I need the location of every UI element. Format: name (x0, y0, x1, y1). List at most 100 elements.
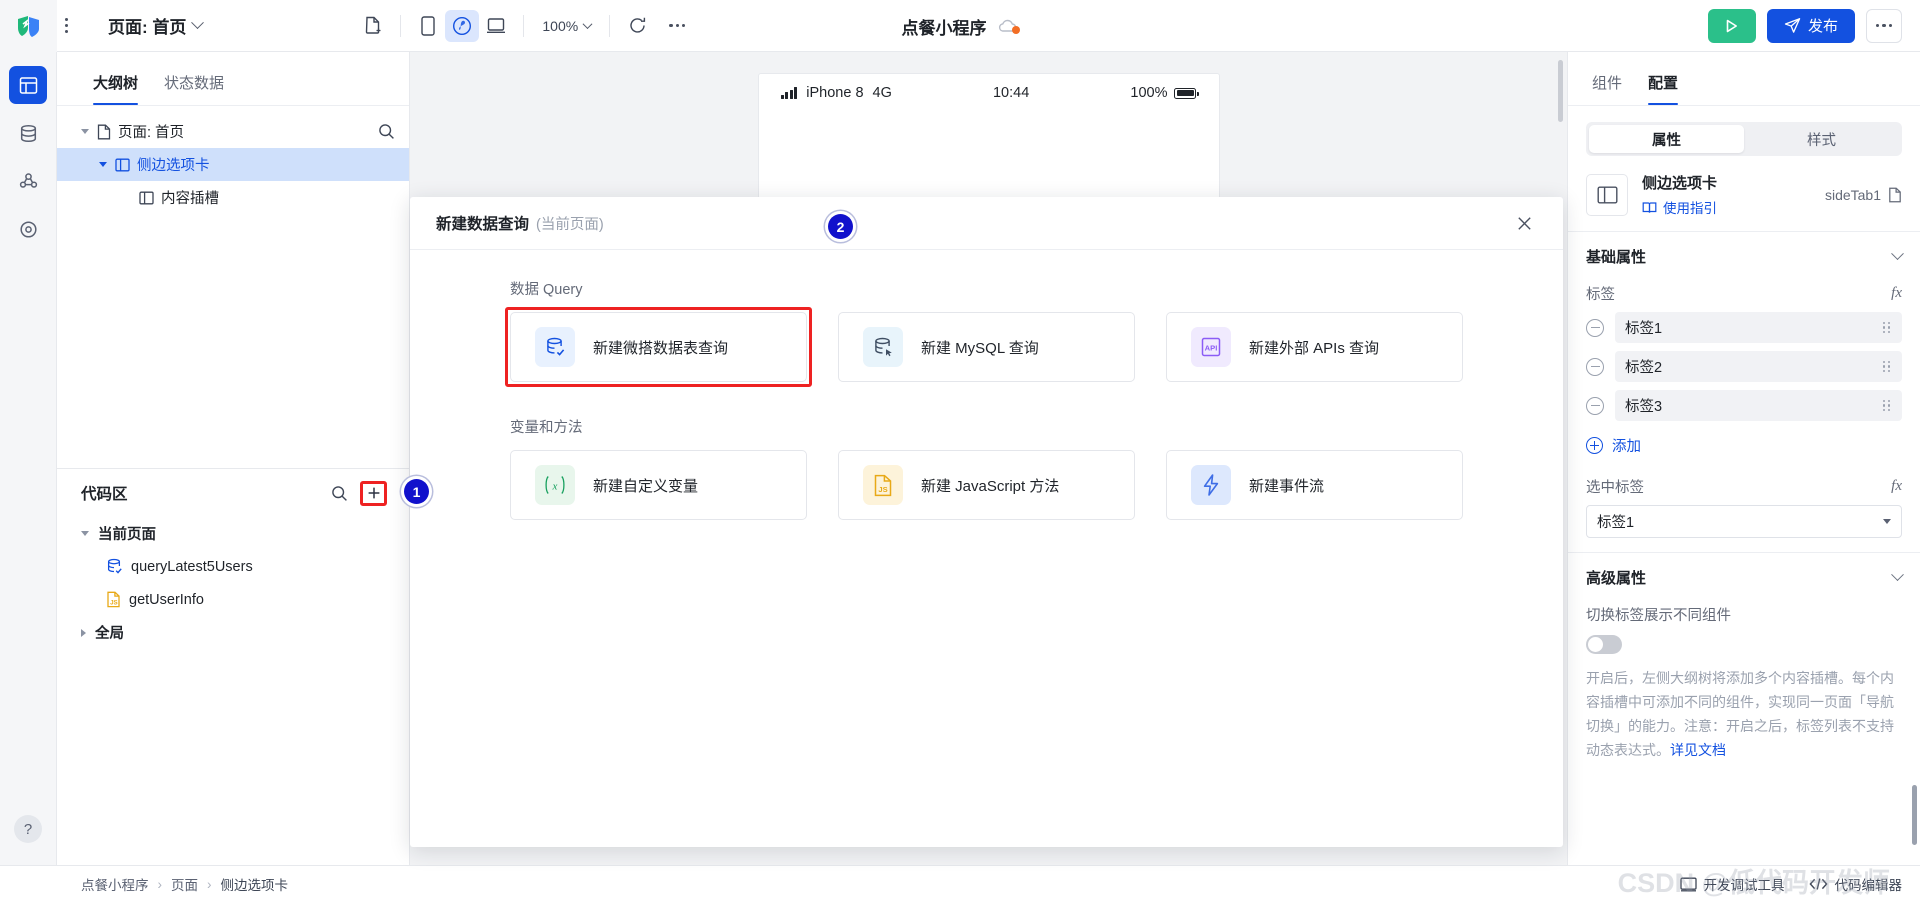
modal-header: 新建数据查询 (当前页面) (410, 197, 1563, 250)
card-label: 新建自定义变量 (593, 477, 699, 495)
refresh-icon[interactable] (620, 10, 654, 42)
section-advanced-properties[interactable]: 高级属性 (1568, 552, 1920, 598)
mobile-preview-icon[interactable] (411, 10, 445, 42)
tree-row-page[interactable]: 页面: 首页 (57, 115, 409, 148)
fx-expression-button[interactable]: fx (1891, 478, 1902, 495)
segment-properties[interactable]: 属性 (1589, 125, 1744, 153)
rail-item-users[interactable] (9, 162, 47, 200)
run-preview-button[interactable] (1707, 8, 1756, 43)
card-new-weida-datasource-query[interactable]: 新建微搭数据表查询 (510, 312, 807, 382)
device-status-right: 100% (1130, 85, 1200, 101)
tab-label: 大纲树 (93, 75, 139, 92)
code-editor-button[interactable]: 代码编辑器 (1808, 874, 1903, 894)
devtools-icon (1679, 877, 1697, 892)
usage-guide-link[interactable]: 使用指引 (1642, 197, 1717, 217)
caret-expanded-icon[interactable] (99, 162, 107, 167)
tab-label: 组件 (1592, 75, 1623, 92)
right-panel: 组件 配置 属性 样式 侧边选项卡 使用指引 sideTab1 基础属性 标签 … (1567, 52, 1920, 865)
battery-percent: 100% (1130, 85, 1168, 101)
device-status-left: iPhone 8 4G (780, 85, 892, 101)
right-panel-scrollbar[interactable] (1912, 785, 1917, 845)
desktop-preview-icon[interactable] (479, 10, 513, 42)
canvas-scrollbar[interactable] (1558, 60, 1563, 122)
segment-styles[interactable]: 样式 (1744, 125, 1899, 153)
tree-row-content-slot[interactable]: 内容插槽 (57, 181, 409, 214)
publish-button[interactable]: 发布 (1766, 8, 1855, 43)
cloud-status-icon[interactable] (997, 18, 1020, 34)
topbar-more-button[interactable] (1866, 8, 1902, 43)
doc-link[interactable]: 详见文档 (1670, 742, 1726, 758)
miniprogram-preview-icon[interactable] (445, 9, 480, 42)
card-wrap-event-flow: 新建事件流 (1166, 450, 1463, 520)
breadcrumb-item-app[interactable]: 点餐小程序 (81, 874, 149, 894)
remove-tag-button[interactable] (1586, 396, 1604, 415)
card-new-event-flow[interactable]: 新建事件流 (1166, 450, 1463, 520)
segment-label: 属性 (1652, 132, 1681, 149)
remove-tag-button[interactable] (1586, 357, 1604, 376)
card-new-custom-variable[interactable]: x 新建自定义变量 (510, 450, 807, 520)
field-selected-tag: 选中标签 fx (1568, 470, 1920, 505)
new-page-icon[interactable] (356, 10, 390, 42)
property-style-segmented: 属性 样式 (1586, 122, 1902, 156)
tab-components[interactable]: 组件 (1592, 72, 1622, 105)
code-item-js[interactable]: JS getUserInfo (57, 583, 409, 616)
cloud-status-dot (1011, 26, 1020, 34)
code-editor-label: 代码编辑器 (1834, 878, 1903, 893)
card-new-javascript-method[interactable]: JS 新建 JavaScript 方法 (838, 450, 1135, 520)
fx-expression-button[interactable]: fx (1891, 285, 1902, 302)
code-group-global[interactable]: 全局 (57, 616, 409, 649)
card-new-external-api-query[interactable]: API 新建外部 APIs 查询 (1166, 312, 1463, 382)
search-icon[interactable] (378, 123, 395, 140)
tab-outline-tree[interactable]: 大纲树 (93, 72, 139, 105)
svg-text:JS: JS (878, 485, 887, 494)
drag-handle-icon[interactable] (1883, 399, 1890, 412)
app-logo[interactable] (0, 0, 57, 52)
drag-handle-icon[interactable] (1883, 360, 1890, 373)
drag-handle-icon[interactable] (1883, 321, 1890, 334)
rail-item-pages[interactable] (9, 66, 47, 104)
rail-item-settings[interactable] (9, 210, 47, 248)
workspace: ? 大纲树 状态数据 页面: 首页 侧边选项卡 内容插槽 代码区 当前页面 qu… (0, 52, 1920, 865)
card-new-mysql-query[interactable]: 新建 MySQL 查询 (838, 312, 1135, 382)
app-menu-button[interactable] (57, 0, 75, 52)
selected-tag-select[interactable]: 标签1 (1586, 505, 1902, 538)
tag-row: 标签1 (1568, 312, 1920, 351)
add-tag-button[interactable]: 添加 (1568, 429, 1920, 470)
advanced-switch-label: 切换标签展示不同组件 (1586, 608, 1731, 624)
more-horizontal-icon[interactable] (660, 10, 694, 42)
app-root: 页面: 首页 100% 点餐小程序 发布 ? 大纲树 状态数据 页面: 首页 侧… (0, 0, 1920, 902)
tag-row: 标签2 (1568, 351, 1920, 390)
zoom-selector[interactable]: 100% (534, 13, 599, 39)
help-button[interactable]: ? (14, 815, 42, 843)
remove-tag-button[interactable] (1586, 318, 1604, 337)
step-badge-1: 1 (404, 479, 429, 504)
advanced-toggle[interactable] (1586, 635, 1622, 654)
tab-config[interactable]: 配置 (1648, 72, 1679, 105)
component-id-value: sideTab1 (1824, 186, 1881, 203)
svg-text:x: x (552, 480, 558, 492)
chevron-down-icon (1891, 247, 1904, 261)
caret-expanded-icon[interactable] (81, 531, 89, 536)
copy-icon[interactable] (1888, 187, 1902, 203)
signal-icon (780, 87, 798, 99)
close-icon[interactable] (1511, 210, 1537, 236)
breadcrumb-item-component[interactable]: 侧边选项卡 (221, 874, 289, 894)
search-icon[interactable] (328, 482, 350, 504)
tag-row: 标签3 (1568, 390, 1920, 429)
tree-row-sidetab[interactable]: 侧边选项卡 (57, 148, 409, 181)
tag-input[interactable]: 标签3 (1615, 390, 1902, 421)
rail-item-data[interactable] (9, 114, 47, 152)
breadcrumb-item-page[interactable]: 页面 (171, 874, 198, 894)
plus-icon[interactable] (360, 480, 387, 506)
page-selector[interactable]: 页面: 首页 (108, 13, 205, 38)
tag-input[interactable]: 标签1 (1615, 312, 1902, 343)
caret-expanded-icon[interactable] (81, 129, 89, 134)
tab-state-data[interactable]: 状态数据 (164, 72, 224, 105)
code-item-query[interactable]: queryLatest5Users (57, 550, 409, 583)
devtools-button[interactable]: 开发调试工具 (1679, 874, 1785, 894)
caret-collapsed-icon[interactable] (81, 628, 86, 637)
code-group-current-page[interactable]: 当前页面 (57, 517, 409, 550)
card-wrap-js: JS 新建 JavaScript 方法 (838, 450, 1135, 520)
tag-input[interactable]: 标签2 (1615, 351, 1902, 382)
section-basic-properties[interactable]: 基础属性 (1568, 231, 1920, 277)
